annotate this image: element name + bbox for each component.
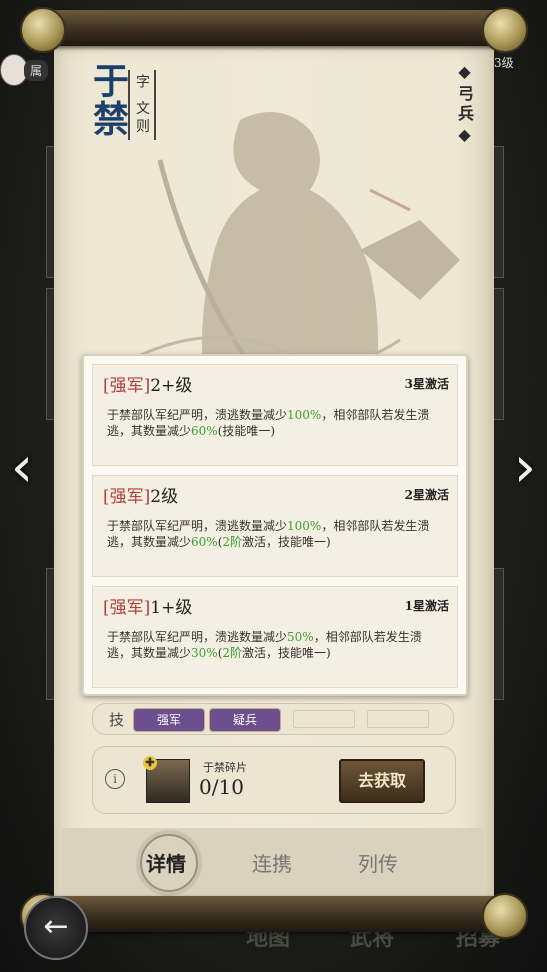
info-icon[interactable]: i bbox=[105, 769, 125, 789]
skill-level-block: [强军]2+级 3星激活 于禁部队军纪严明，溃逃数量减少100%，相邻部队若发生… bbox=[92, 364, 458, 466]
hero-name: 于禁 bbox=[87, 62, 129, 138]
skill-description: 于禁部队军纪严明，溃逃数量减少50%，相邻部队若发生溃逃，其数量减少30%(2阶… bbox=[107, 630, 422, 660]
left-chevron-icon[interactable]: ‹ bbox=[0, 438, 44, 498]
skill-description: 于禁部队军纪严明，溃逃数量减少100%，相邻部队若发生溃逃，其数量减少60%(2… bbox=[107, 519, 430, 549]
skill-bar-label: 技 bbox=[109, 711, 125, 729]
skill-level: 1+级 bbox=[150, 598, 193, 618]
skill-level-title: [强军]2级 bbox=[103, 482, 178, 507]
detail-tabs: 详情 连携 列传 bbox=[62, 828, 484, 898]
skill-tag: [强军] bbox=[103, 487, 151, 507]
scroll-bottom-rod bbox=[20, 893, 528, 939]
scroll-top-rod bbox=[20, 7, 528, 53]
back-arrow-icon[interactable]: ← bbox=[24, 896, 88, 960]
fragment-name: 于禁碎片 bbox=[203, 761, 247, 774]
hero-courtesy-name: 字 文则 bbox=[128, 70, 156, 141]
skill-chip-yibing[interactable]: 疑兵 bbox=[209, 708, 281, 732]
top-left-label: 属 bbox=[24, 60, 49, 81]
skill-level-block: [强军]1+级 1星激活 于禁部队军纪严明，溃逃数量减少50%，相邻部队若发生溃… bbox=[92, 586, 458, 688]
star-requirement: 1星激活 bbox=[404, 599, 449, 613]
rod-knob bbox=[20, 7, 66, 53]
fragment-count: 0/10 bbox=[199, 775, 244, 799]
skill-level: 2级 bbox=[150, 487, 179, 507]
plus-icon: ✚ bbox=[143, 756, 157, 770]
top-right-level: 3级 bbox=[494, 56, 514, 70]
unit-type-label: ◆弓兵◆ bbox=[455, 62, 474, 148]
right-chevron-icon[interactable]: › bbox=[503, 438, 547, 498]
skill-tag: [强军] bbox=[103, 376, 151, 396]
star-requirement: 2星激活 bbox=[404, 488, 449, 502]
skill-level: 2+级 bbox=[150, 376, 193, 396]
tab-details[interactable]: 详情 bbox=[146, 848, 186, 877]
skill-level-block: [强军]2级 2星激活 于禁部队军纪严明，溃逃数量减少100%，相邻部队若发生溃… bbox=[92, 475, 458, 577]
star-requirement: 3星激活 bbox=[404, 377, 449, 391]
skill-levels-card: [强军]2+级 3星激活 于禁部队军纪严明，溃逃数量减少100%，相邻部队若发生… bbox=[82, 354, 468, 696]
tab-biography[interactable]: 列传 bbox=[358, 848, 398, 877]
empty-skill-slot bbox=[293, 710, 355, 728]
skill-tag: [强军] bbox=[103, 598, 151, 618]
skill-level-title: [强军]2+级 bbox=[103, 371, 192, 396]
skill-level-title: [强军]1+级 bbox=[103, 593, 192, 618]
fragment-avatar: ✚ bbox=[143, 756, 190, 803]
fragment-bar: i ✚ 于禁碎片 0/10 去获取 bbox=[92, 746, 456, 814]
rod-knob bbox=[482, 893, 528, 939]
skill-chip-qiangjun[interactable]: 强军 bbox=[133, 708, 205, 732]
get-fragment-button[interactable]: 去获取 bbox=[339, 759, 425, 803]
rod-knob bbox=[482, 7, 528, 53]
skill-bar: 技 强军 疑兵 bbox=[92, 703, 454, 735]
empty-skill-slot bbox=[367, 710, 429, 728]
tab-links[interactable]: 连携 bbox=[252, 848, 292, 877]
skill-description: 于禁部队军纪严明，溃逃数量减少100%，相邻部队若发生溃逃，其数量减少60%(技… bbox=[107, 408, 430, 438]
